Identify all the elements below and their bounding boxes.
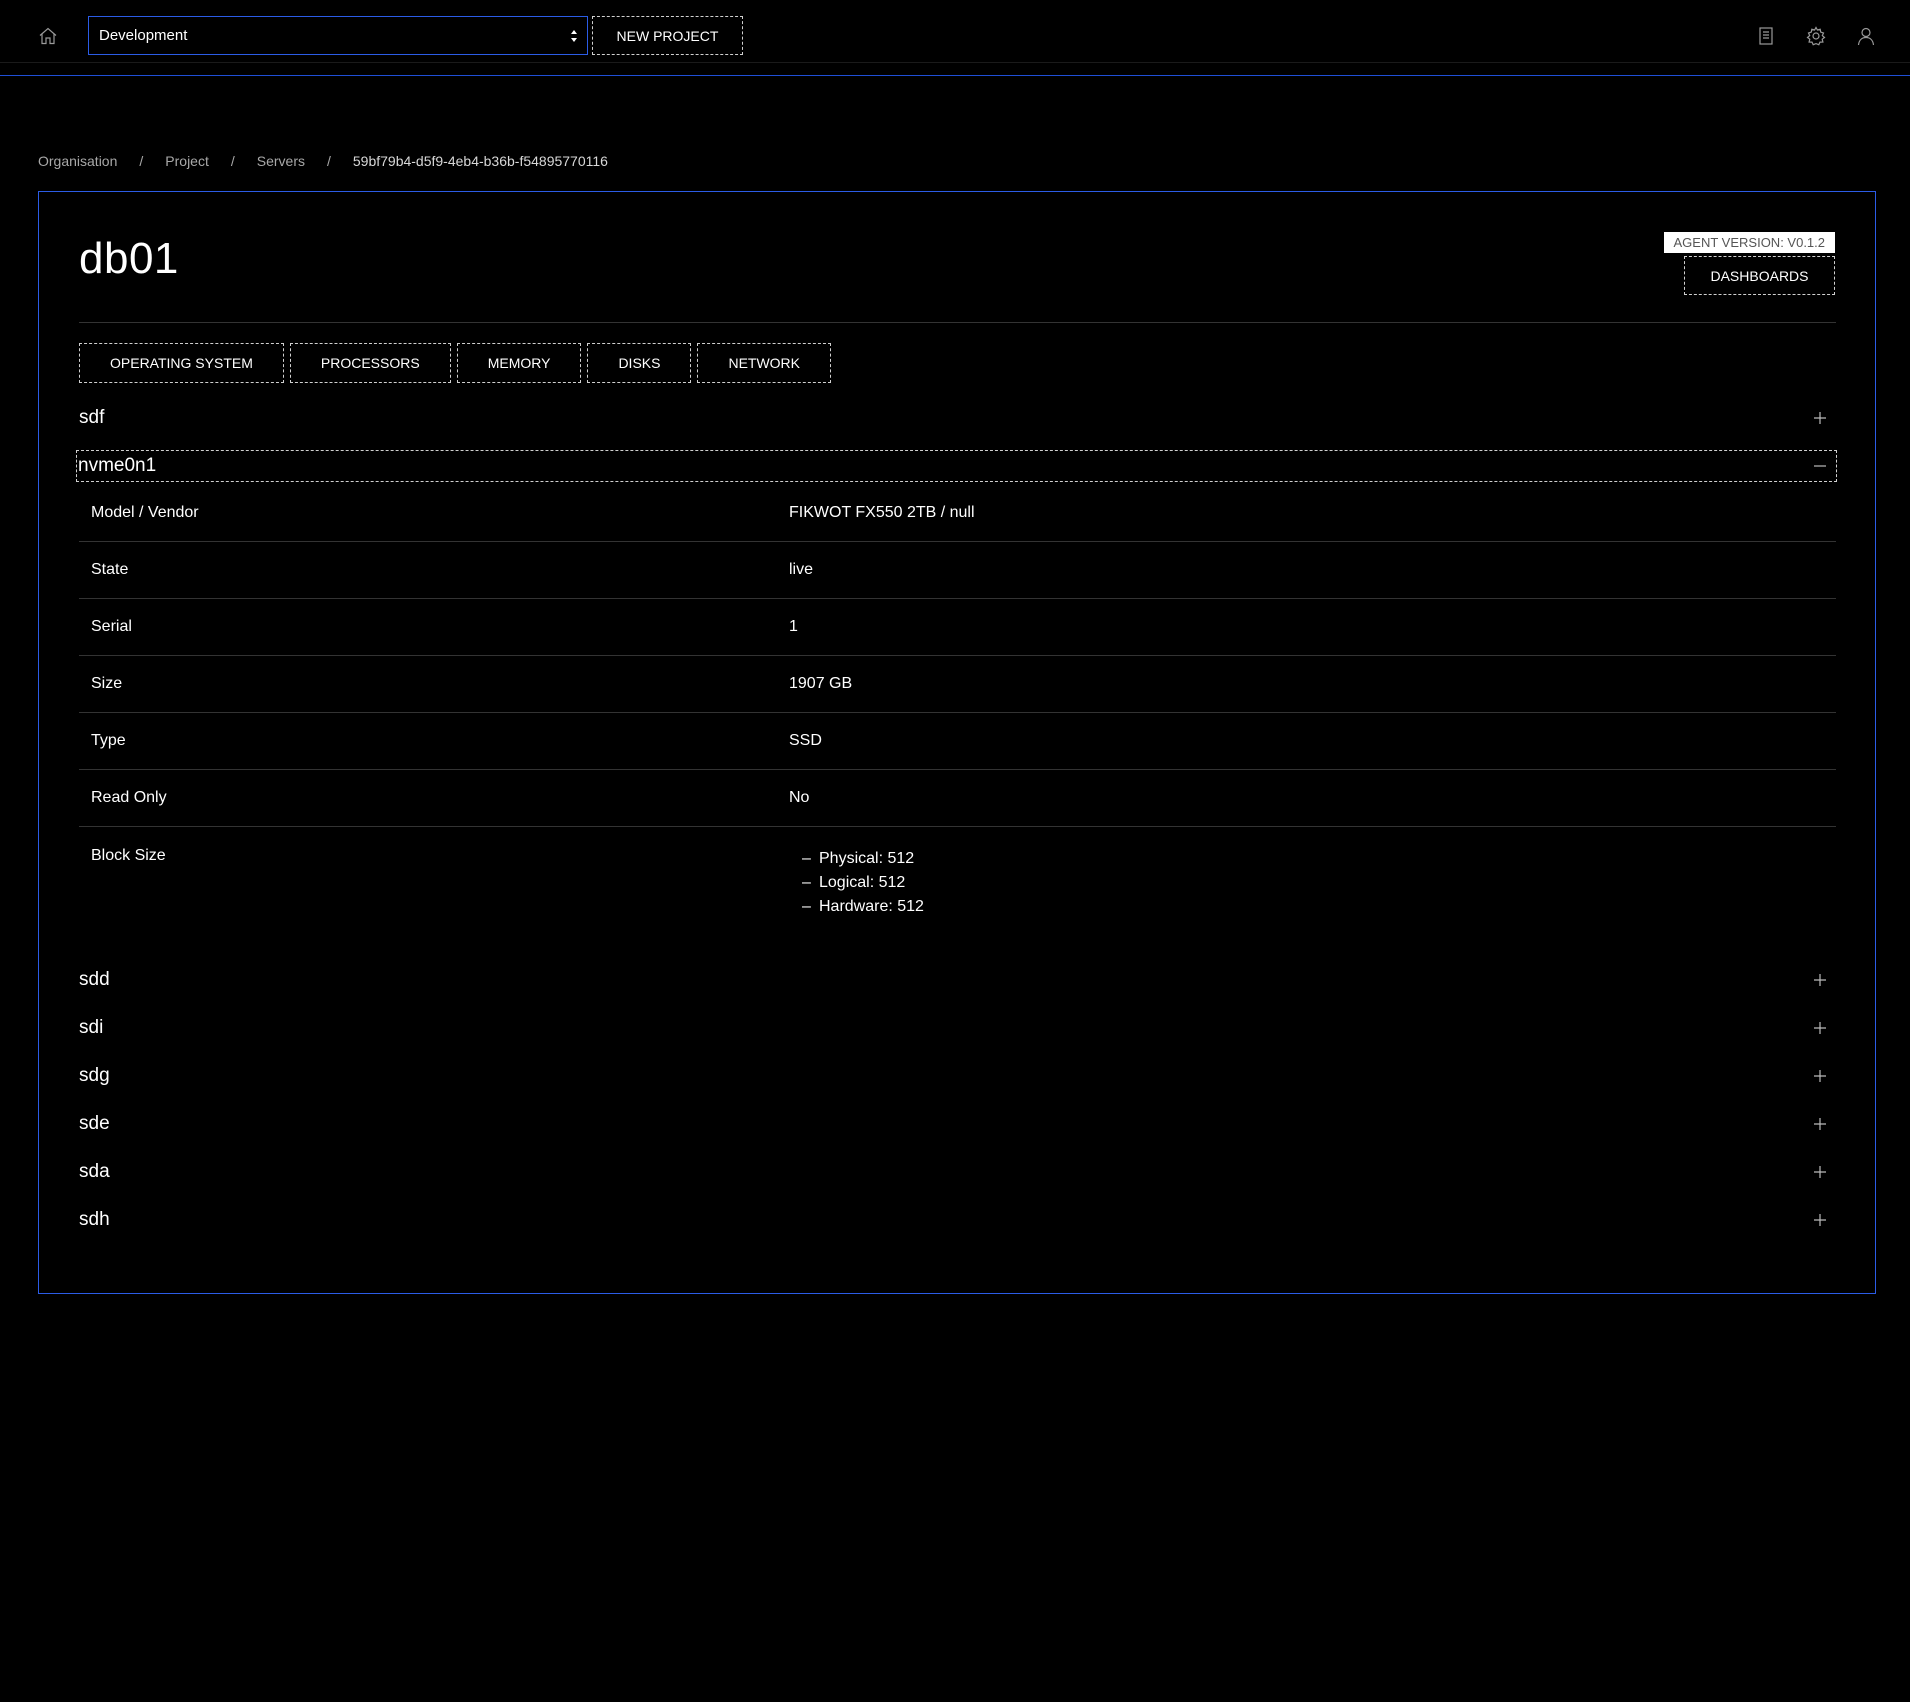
agent-version-badge: AGENT VERSION: V0.1.2	[1663, 232, 1835, 253]
disk-row-sdi[interactable]: sdi	[79, 1012, 1836, 1044]
detail-row-type: Type SSD	[79, 713, 1836, 770]
server-tabs: OPERATING SYSTEM PROCESSORS MEMORY DISKS…	[79, 343, 832, 383]
user-icon	[1857, 27, 1875, 46]
detail-value: live	[789, 561, 814, 578]
disk-name: sdf	[79, 407, 105, 428]
plus-icon[interactable]	[1810, 1066, 1830, 1086]
list-item: – Hardware: 512	[802, 898, 924, 915]
disk-name: nvme0n1	[78, 455, 157, 476]
disk-row-sde[interactable]: sde	[79, 1108, 1836, 1140]
detail-row-block-size: Block Size – Physical: 512 – Logical: 512 …	[79, 827, 1836, 919]
project-select-value: Development	[99, 27, 188, 44]
breadcrumb-server-id: 59bf79b4-d5f9-4eb4-b36b-f54895770116	[352, 153, 608, 169]
top-bar-divider	[0, 62, 1910, 63]
home-button[interactable]	[34, 22, 62, 50]
detail-row-serial: Serial 1	[79, 599, 1836, 656]
detail-label: Read Only	[91, 789, 167, 806]
select-arrows-icon	[571, 30, 577, 42]
plus-icon[interactable]	[1810, 1210, 1830, 1230]
user-button[interactable]	[1852, 22, 1880, 50]
detail-label: Type	[91, 732, 126, 749]
detail-label: Block Size	[91, 847, 166, 864]
detail-value: SSD	[789, 732, 822, 749]
detail-value: No	[789, 789, 810, 806]
top-bar: Development NEW PROJECT	[0, 0, 1910, 76]
detail-label: Model / Vendor	[91, 504, 199, 521]
title-divider	[79, 322, 1836, 323]
tab-network[interactable]: NETWORK	[697, 343, 832, 383]
plus-icon[interactable]	[1810, 1162, 1830, 1182]
plus-icon[interactable]	[1810, 1114, 1830, 1134]
disk-name: sde	[79, 1113, 110, 1134]
settings-button[interactable]	[1802, 22, 1830, 50]
breadcrumb-servers[interactable]: Servers	[257, 153, 305, 169]
tab-memory[interactable]: MEMORY	[456, 343, 582, 383]
detail-row-read-only: Read Only No	[79, 770, 1836, 827]
disk-row-sdf[interactable]: sdf	[79, 402, 1836, 434]
detail-row-state: State live	[79, 542, 1836, 599]
detail-row-model-vendor: Model / Vendor FIKWOT FX550 2TB / null	[79, 485, 1836, 542]
home-icon	[39, 27, 57, 45]
detail-row-size: Size 1907 GB	[79, 656, 1836, 713]
minus-icon[interactable]	[1810, 456, 1830, 476]
list-item: – Logical: 512	[802, 874, 906, 891]
breadcrumb-separator: /	[139, 153, 144, 169]
disk-name: sdd	[79, 969, 110, 990]
detail-value: FIKWOT FX550 2TB / null	[789, 504, 975, 521]
breadcrumb-separator: /	[326, 153, 331, 169]
new-project-button[interactable]: NEW PROJECT	[592, 16, 743, 55]
detail-label: State	[91, 561, 129, 578]
server-panel: db01 AGENT VERSION: V0.1.2 DASHBOARDS OP…	[38, 191, 1876, 1294]
detail-value: 1	[789, 618, 798, 635]
detail-label: Size	[91, 675, 123, 692]
disk-row-sdg[interactable]: sdg	[79, 1060, 1836, 1092]
disk-name: sdg	[79, 1065, 110, 1086]
disk-row-sda[interactable]: sda	[79, 1156, 1836, 1188]
breadcrumb-separator: /	[230, 153, 235, 169]
breadcrumb-organisation[interactable]: Organisation	[38, 153, 117, 169]
detail-value: – Physical: 512 – Logical: 512 – Hardware: …	[789, 847, 1836, 919]
dashboards-button[interactable]: DASHBOARDS	[1684, 256, 1835, 295]
tab-disks[interactable]: DISKS	[587, 343, 692, 383]
disk-name: sda	[79, 1161, 110, 1182]
project-select[interactable]: Development	[88, 16, 588, 55]
page-title: db01	[79, 234, 179, 283]
disk-row-sdd[interactable]: sdd	[79, 964, 1836, 996]
disk-details: Model / Vendor FIKWOT FX550 2TB / null S…	[79, 485, 1836, 919]
plus-icon[interactable]	[1810, 1018, 1830, 1038]
tab-processors[interactable]: PROCESSORS	[289, 343, 451, 383]
docs-button[interactable]	[1752, 22, 1780, 50]
disk-row-sdh[interactable]: sdh	[79, 1204, 1836, 1236]
disk-name: sdi	[79, 1017, 104, 1038]
list-item: – Physical: 512	[802, 850, 915, 867]
disk-row-nvme0n1[interactable]: nvme0n1	[76, 450, 1837, 482]
breadcrumb-project[interactable]: Project	[165, 153, 209, 169]
document-icon	[1759, 27, 1773, 45]
breadcrumb: Organisation / Project / Servers / 59bf7…	[38, 150, 608, 172]
plus-icon[interactable]	[1810, 970, 1830, 990]
block-size-list: – Physical: 512 – Logical: 512 – Hardware: …	[789, 847, 1836, 919]
detail-value: 1907 GB	[789, 675, 853, 692]
gear-icon	[1806, 26, 1826, 46]
disk-name: sdh	[79, 1209, 110, 1230]
detail-label: Serial	[91, 618, 132, 635]
tab-operating-system[interactable]: OPERATING SYSTEM	[79, 343, 284, 383]
plus-icon[interactable]	[1810, 408, 1830, 428]
